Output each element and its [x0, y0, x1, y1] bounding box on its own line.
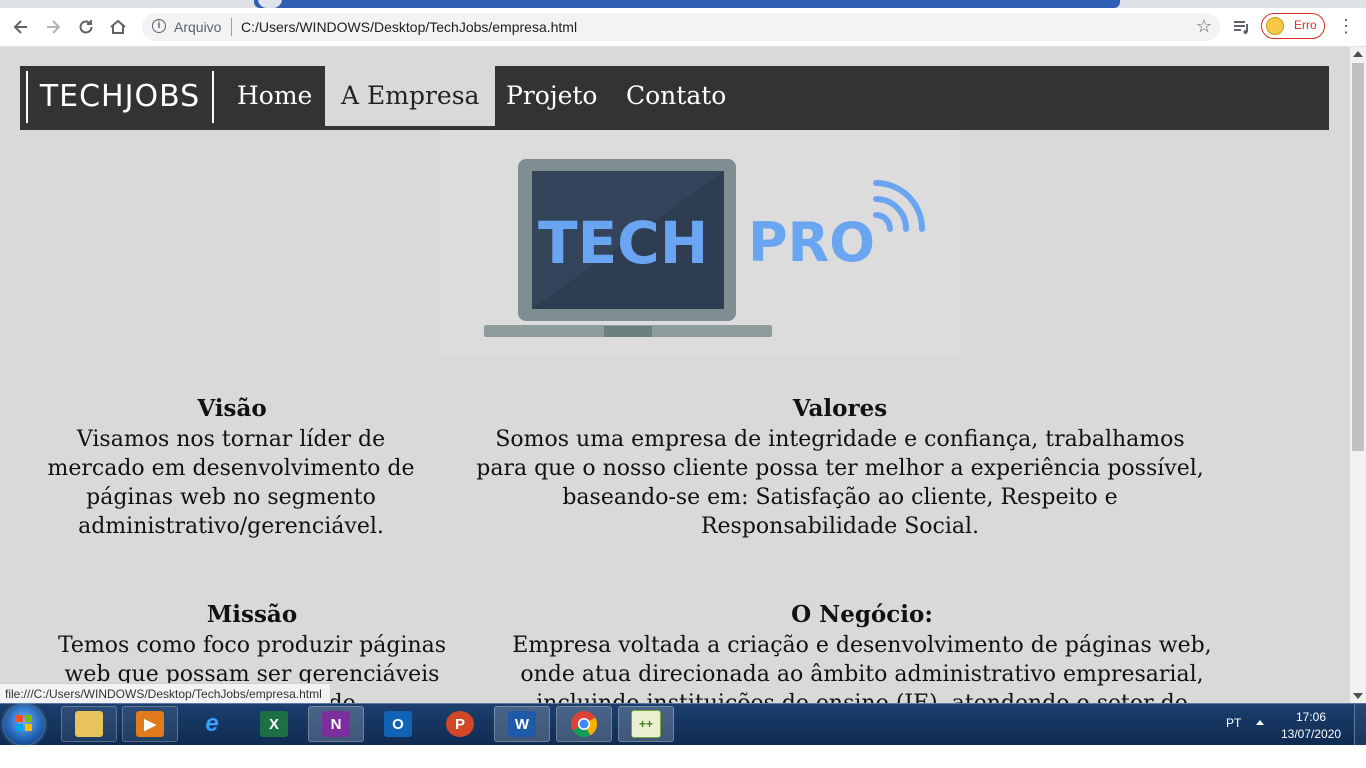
missao-line: Temos como foco produzir páginas — [57, 633, 447, 658]
visao-line: Visamos nos tornar líder de — [76, 427, 386, 452]
outlook-icon: O — [384, 711, 412, 737]
notepad-plus-plus-icon: ++ — [631, 710, 661, 738]
bookmark-star-icon[interactable]: ☆ — [1196, 16, 1212, 37]
valores-line: Responsabilidade Social. — [700, 514, 980, 539]
site-logo[interactable]: TECHJOBS — [26, 71, 214, 123]
valores-title: Valores — [792, 395, 888, 422]
tray-expand-icon[interactable] — [1256, 720, 1264, 725]
visao-text: Visamos nos tornar líder de mercado em d… — [20, 425, 442, 541]
kebab-menu-icon[interactable]: ⋮ — [1337, 16, 1355, 38]
negocio-line: Empresa voltada a criação e desenvolvime… — [512, 633, 1212, 658]
tray-language[interactable]: PT — [1226, 716, 1241, 730]
profile-error-button[interactable]: Erro — [1261, 13, 1325, 39]
folder-icon — [75, 711, 103, 737]
powerpoint-icon: P — [446, 711, 474, 737]
scroll-up-arrow-icon[interactable] — [1353, 51, 1363, 57]
forward-button[interactable] — [41, 15, 65, 39]
nav-projeto[interactable]: Projeto — [490, 66, 613, 126]
onenote-icon: N — [322, 711, 350, 737]
hero-word-tech: TECH — [538, 209, 708, 277]
word-icon: W — [508, 711, 536, 737]
internet-explorer-icon: e — [205, 710, 219, 737]
scroll-thumb[interactable] — [1352, 63, 1364, 451]
tab-strip — [0, 0, 1366, 8]
visao-title: Visão — [197, 395, 267, 422]
negocio-line: incluindo instituições de ensino (IE), a… — [482, 689, 1242, 703]
taskbar-outlook[interactable]: O — [370, 706, 426, 742]
missao-title: Missão — [206, 601, 298, 628]
page-viewport: TECHJOBS Home A Empresa Projeto Contato … — [0, 47, 1350, 703]
address-separator — [231, 18, 232, 36]
link-status-bubble: file:///C:/Users/WINDOWS/Desktop/TechJob… — [0, 683, 331, 704]
show-desktop-button[interactable] — [1354, 704, 1366, 745]
valores-line: baseando-se em: Satisfação ao cliente, R… — [562, 485, 1118, 510]
visao-line: mercado em desenvolvimento de — [47, 456, 415, 481]
reload-button[interactable] — [74, 15, 98, 39]
visao-line: administrativo/gerenciável. — [78, 514, 384, 539]
valores-line: Somos uma empresa de integridade e confi… — [495, 427, 1185, 452]
nav-home[interactable]: Home — [221, 66, 328, 126]
address-scheme-label: Arquivo — [174, 19, 222, 35]
site-navbar: TECHJOBS Home A Empresa Projeto Contato — [20, 66, 1329, 130]
hero-word-pro: PRO — [748, 211, 875, 274]
valores-line: para que o nosso cliente possa ter melho… — [476, 456, 1204, 481]
windows-taskbar: ▶ e X N O P W ++ PT 17:06 13/07/2020 — [0, 703, 1366, 745]
browser-toolbar: i Arquivo C:/Users/WINDOWS/Desktop/TechJ… — [0, 8, 1366, 47]
taskbar-internet-explorer[interactable]: e — [184, 706, 240, 742]
back-button[interactable] — [9, 15, 33, 39]
hero-image: TECH PRO — [440, 131, 960, 357]
excel-icon: X — [260, 711, 288, 737]
nav-a-empresa[interactable]: A Empresa — [325, 66, 496, 126]
taskbar-chrome[interactable] — [556, 706, 612, 742]
negocio-title: O Negócio: — [791, 601, 933, 628]
start-button[interactable] — [4, 705, 44, 745]
profile-avatar-icon — [1266, 17, 1284, 35]
laptop-trackpad — [604, 326, 652, 337]
techpro-logo: TECH PRO — [484, 159, 925, 337]
taskbar-media-player[interactable]: ▶ — [122, 706, 178, 742]
home-icon — [110, 19, 126, 34]
taskbar-notepad-plus-plus[interactable]: ++ — [618, 706, 674, 742]
arrow-left-icon — [13, 20, 27, 34]
clock-date[interactable]: 13/07/2020 — [1281, 727, 1341, 741]
clock-time[interactable]: 17:06 — [1296, 710, 1326, 724]
chrome-icon — [571, 711, 598, 738]
taskbar-file-explorer[interactable] — [61, 706, 117, 742]
valores-text: Somos uma empresa de integridade e confi… — [470, 425, 1210, 541]
scroll-down-arrow-icon[interactable] — [1353, 693, 1363, 699]
home-button[interactable] — [106, 15, 130, 39]
active-tab[interactable] — [254, 0, 1120, 8]
media-queue-icon[interactable] — [1232, 17, 1252, 37]
address-url[interactable]: C:/Users/WINDOWS/Desktop/TechJobs/empres… — [241, 19, 577, 35]
page-scrollbar[interactable] — [1350, 47, 1366, 703]
taskbar-powerpoint[interactable]: P — [432, 706, 488, 742]
wifi-signal-icon — [873, 180, 925, 232]
visao-line: páginas web no segmento — [86, 485, 376, 510]
taskbar-word[interactable]: W — [494, 706, 550, 742]
negocio-line: onde atua direcionada ao âmbito administ… — [520, 662, 1204, 687]
arrow-right-icon — [47, 20, 61, 34]
nav-contato[interactable]: Contato — [610, 66, 742, 126]
profile-status-label: Erro — [1294, 18, 1317, 32]
taskbar-onenote[interactable]: N — [308, 706, 364, 742]
taskbar-excel[interactable]: X — [246, 706, 302, 742]
info-icon[interactable]: i — [152, 19, 166, 33]
screen-bottom-margin — [0, 745, 1366, 768]
negocio-text: Empresa voltada a criação e desenvolvime… — [482, 631, 1242, 703]
reload-icon — [79, 20, 93, 34]
address-bar[interactable]: i Arquivo C:/Users/WINDOWS/Desktop/TechJ… — [142, 13, 1220, 41]
windows-logo-icon — [16, 715, 32, 731]
media-player-icon: ▶ — [136, 711, 164, 737]
